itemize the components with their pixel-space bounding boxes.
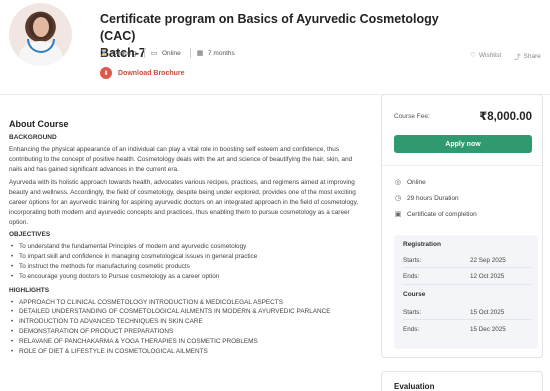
course-starts-value: 15 Oct 2025 xyxy=(470,309,505,316)
duration-label: 7 months xyxy=(208,49,235,57)
wishlist-label: Wishlist xyxy=(478,51,502,59)
share-button[interactable]: ⤴ Share xyxy=(514,51,541,62)
status-icon: ⌛ xyxy=(99,50,109,57)
share-icon: ⤴ xyxy=(514,54,521,61)
registration-starts-label: Starts: xyxy=(403,257,422,264)
share-label: Share xyxy=(523,52,541,60)
highlight-item: DETAILED UNDERSTANDING OF COSMETOLOGICAL… xyxy=(11,307,364,317)
title-line-1: Certificate program on Basics of Ayurved… xyxy=(100,12,439,43)
highlight-item: APPROACH TO CLINICAL COSMETOLOGY INTRODU… xyxy=(11,298,364,308)
schedule-divider xyxy=(403,284,531,285)
feature-duration: ◷ 29 hours Duration xyxy=(394,194,459,203)
avatar-face xyxy=(33,17,49,37)
brochure-label: Download Brochure xyxy=(118,69,185,77)
download-brochure-link[interactable]: ⬇ Download Brochure xyxy=(100,67,185,79)
objectives-list: To understand the fundamental Principles… xyxy=(11,242,364,282)
feature-online: ◎ Online xyxy=(394,178,426,187)
course-heading: Course xyxy=(403,291,426,298)
instructor-avatar xyxy=(9,3,72,66)
registration-starts-value: 22 Sep 2025 xyxy=(470,257,506,264)
feature-duration-label: 29 hours Duration xyxy=(407,194,459,202)
feature-certificate: ▣ Certificate of completion xyxy=(394,210,477,219)
pdf-icon: ⬇ xyxy=(100,67,112,79)
objectives-heading: OBJECTIVES xyxy=(9,231,51,239)
evaluation-heading: Evaluation xyxy=(394,382,435,391)
background-heading: BACKGROUND xyxy=(9,134,57,141)
status-label: Ongoing xyxy=(112,49,137,57)
course-ends-value: 15 Dec 2025 xyxy=(470,326,506,333)
divider xyxy=(190,48,191,58)
wishlist-button[interactable]: ♡ Wishlist xyxy=(470,51,502,60)
schedule-divider xyxy=(403,267,531,268)
highlights-list: APPROACH TO CLINICAL COSMETOLOGY INTRODU… xyxy=(11,298,364,357)
registration-ends-value: 12 Oct 2025 xyxy=(470,273,505,280)
highlight-item: DEMONSTARATION OF PRODUCT PREPARATIONS xyxy=(11,327,364,337)
enrollment-card: Course Fee: ₹8,000.00 Apply now ◎ Online… xyxy=(381,94,543,358)
fee-label: Course Fee: xyxy=(394,112,430,120)
objective-item: To encourage young doctors to Pursue cos… xyxy=(11,272,364,282)
background-paragraph-2: Ayurveda with its holistic approach towa… xyxy=(9,179,359,226)
divider xyxy=(144,48,145,58)
highlight-item: RELAVANE OF PANCHAKARMA & YOGA THERAPIES… xyxy=(11,337,364,347)
course-starts-label: Starts: xyxy=(403,309,422,316)
highlight-item: ROLE OF DIET & LIFESTYLE IN COSMETOLOGIC… xyxy=(11,347,364,357)
fee-row: Course Fee: ₹8,000.00 xyxy=(394,109,532,123)
about-heading: About Course xyxy=(9,119,69,129)
card-divider xyxy=(382,165,542,166)
certificate-icon: ▣ xyxy=(394,211,402,218)
calendar-icon: ▦ xyxy=(196,50,204,57)
evaluation-card: Evaluation xyxy=(381,371,543,391)
feature-online-label: Online xyxy=(407,178,426,186)
about-section: About Course BACKGROUND Enhancing the ph… xyxy=(9,119,364,361)
apply-now-button[interactable]: Apply now xyxy=(394,135,532,153)
highlight-item: INTRODUCTION TO ADVANCED TECHNIQUES IN S… xyxy=(11,317,364,327)
highlights-heading: HIGHLIGHTS xyxy=(9,286,50,294)
status-meta: ⌛ Ongoing xyxy=(99,49,137,58)
duration-meta: ▦ 7 months xyxy=(196,49,235,58)
objective-item: To impart skill and confidence in managi… xyxy=(11,252,364,262)
schedule-panel: Registration Starts: 22 Sep 2025 Ends: 1… xyxy=(394,235,538,349)
heart-icon: ♡ xyxy=(470,52,476,59)
registration-ends-label: Ends: xyxy=(403,273,420,280)
online-icon: ▭ xyxy=(150,50,158,57)
mode-label: Online xyxy=(162,49,181,57)
feature-certificate-label: Certificate of completion xyxy=(407,210,477,218)
clock-icon: ◷ xyxy=(394,195,402,202)
course-ends-label: Ends: xyxy=(403,326,420,333)
fee-value: ₹8,000.00 xyxy=(479,111,532,123)
objective-item: To instruct the methods for manufacturin… xyxy=(11,262,364,272)
background-paragraph-1: Enhancing the physical appearance of an … xyxy=(9,146,353,173)
mode-meta: ▭ Online xyxy=(150,49,181,58)
schedule-divider xyxy=(403,319,531,320)
globe-icon: ◎ xyxy=(394,179,402,186)
registration-heading: Registration xyxy=(403,241,441,248)
objective-item: To understand the fundamental Principles… xyxy=(11,242,364,252)
